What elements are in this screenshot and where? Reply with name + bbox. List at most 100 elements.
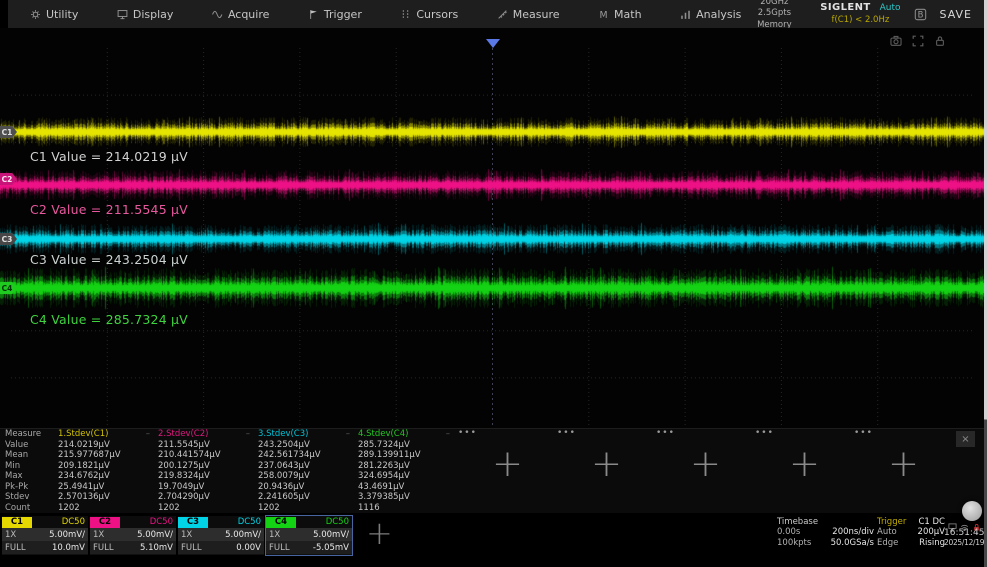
collapse-column-button[interactable]: – [246,429,258,440]
lock-icon[interactable] [972,517,981,527]
measure-cell: 215.977687μV [58,450,158,461]
measure-cell: 285.7324μV [358,440,458,451]
collapse-column-button[interactable]: – [146,429,158,440]
bandwidth-label: 20GHz [741,0,807,8]
screen-lock-icon[interactable] [934,32,946,51]
measure-cell: 243.2504μV [258,440,358,451]
trace-value-label-c3: C3 Value = 243.2504 μV [30,252,188,267]
add-measurement-button[interactable]: + [492,445,523,482]
menu-item-label: Acquire [228,8,269,21]
slot-more-button[interactable]: ••• [557,429,576,440]
measure-row-label: Min [5,461,58,472]
trace-value-label-c4: C4 Value = 285.7324 μV [30,312,188,327]
measure-column-header[interactable]: 2.Stdev(C2) [158,429,208,440]
menu-item-acquire[interactable]: Acquire [212,8,269,21]
clock-date: 2025/12/19 [944,538,984,547]
menu-item-utility[interactable]: Utility [30,8,78,21]
measure-row-label: Count [5,503,58,514]
slot-more-button[interactable]: ••• [458,429,477,440]
bottom-bar: C1DC501X5.00mV/FULL10.0mVC2DC501X5.00mV/… [0,515,984,557]
measure-cell: 20.9436μV [258,482,358,493]
channel-bandwidth: FULL [93,543,114,553]
measure-column-1[interactable]: 1.Stdev(C1)–214.0219μV215.977687μV209.18… [58,429,158,513]
acq-mode-badge: Auto [880,3,901,14]
channel-bandwidth: FULL [5,543,26,553]
timebase-title: Timebase [777,517,818,527]
display-icon [117,9,128,20]
menu-item-math[interactable]: MMath [598,8,642,21]
channel-attenuation: 1X [93,530,104,540]
menu-item-trigger[interactable]: Trigger [308,8,362,21]
trigger-mode: Auto [877,527,918,537]
measure-row-label: Value [5,440,58,451]
channel-offset: 5.10mV [140,543,173,553]
flag-icon [308,9,319,20]
trigger-type: Edge [877,538,918,548]
b-icon[interactable]: B [914,8,927,21]
measure-column-header[interactable]: 3.Stdev(C3) [258,429,308,440]
channel-bandwidth: FULL [269,543,290,553]
channel-box-c1[interactable]: C1DC501X5.00mV/FULL10.0mV [2,516,88,555]
measure-cell: 242.561734μV [258,450,358,461]
measure-cell: 19.7049μV [158,482,258,493]
add-measurement-button[interactable]: + [690,445,721,482]
save-button[interactable]: SAVE [940,8,972,21]
channel-chip: C3 [178,517,208,528]
add-measurement-button[interactable]: + [591,445,622,482]
measure-row-label: Measure [5,429,58,440]
measure-column-4[interactable]: 4.Stdev(C4)–285.7324μV289.139911μV281.22… [358,429,458,513]
channel-box-c3[interactable]: C3DC501X5.00mV/FULL0.00V [178,516,264,555]
collapse-column-button[interactable]: – [446,429,458,440]
trigger-position-marker[interactable] [486,39,500,48]
channel-scale: 5.00mV/ [137,530,173,540]
menu-item-display[interactable]: Display [117,8,174,21]
measure-cell: 258.0079μV [258,471,358,482]
menu-items: Utility Display Acquire Trigger Cursors Measu… [8,8,741,21]
measure-cell: 219.8324μV [158,471,258,482]
slot-more-button[interactable]: ••• [656,429,675,440]
menu-item-cursors[interactable]: Cursors [400,8,458,21]
fullscreen-icon[interactable] [912,32,924,51]
collapse-column-button[interactable]: – [346,429,358,440]
channel-box-c2[interactable]: C2DC501X5.00mV/FULL5.10mV [90,516,176,555]
measure-column-2[interactable]: 2.Stdev(C2)–211.5545μV210.441574μV200.12… [158,429,258,513]
wifi-icon[interactable] [960,517,969,527]
channel-box-c4[interactable]: C4DC501X5.00mV/FULL-5.05mV [266,516,352,555]
timebase-delay: 0.00s [777,527,831,537]
timebase-points: 100kpts [777,538,831,548]
measure-row-labels: MeasureValueMeanMinMaxPk-PkStdevCount [0,429,58,513]
gear-icon [30,9,41,20]
measure-column-header[interactable]: 1.Stdev(C1) [58,429,108,440]
brand-logo: SIGLENT [820,2,870,15]
screenshot-icon[interactable] [890,32,902,51]
trace-value-label-c2: C2 Value = 211.5545 μV [30,202,188,217]
add-measurement-button[interactable]: + [789,445,820,482]
menu-item-label: Cursors [416,8,458,21]
measure-column-header[interactable]: 4.Stdev(C4) [358,429,408,440]
measure-column-3[interactable]: 3.Stdev(C3)–243.2504μV242.561734μV237.06… [258,429,358,513]
channel-bandwidth: FULL [181,543,202,553]
lan-icon[interactable] [948,517,957,527]
channel-offset: 10.0mV [52,543,85,553]
menu-item-label: Measure [513,8,560,21]
timebase-panel[interactable]: Timebase 0.00s 200ns/div 100kpts 50.0GSa… [777,517,874,548]
slot-more-button[interactable]: ••• [854,429,873,440]
menu-item-label: Trigger [324,8,362,21]
measure-cell: 214.0219μV [58,440,158,451]
trigger-panel[interactable]: Trigger C1 DC Auto 200μV Edge Rising [877,517,945,548]
acquisition-info[interactable]: 20GHz 2.5Gpts Memory [741,0,807,31]
trigger-level: 200μV [918,527,945,537]
slot-more-button[interactable]: ••• [755,429,774,440]
timebase-samplerate: 50.0GSa/s [831,538,874,548]
add-measurement-button[interactable]: + [888,445,919,482]
menu-item-analysis[interactable]: Analysis [680,8,741,21]
measure-close-button[interactable]: × [956,431,975,447]
timebase-scale: 200ns/div [831,527,874,537]
menu-item-label: Display [133,8,174,21]
waveform-area: C1C1 Value = 214.0219 μVC2C2 Value = 211… [0,28,984,428]
add-channel-button[interactable]: + [366,517,393,549]
channel-scale: 5.00mV/ [313,530,349,540]
menu-item-measure[interactable]: Measure [497,8,560,21]
measure-empty-slot: ••• + [656,429,755,513]
measure-empty-slot: ••• + [557,429,656,513]
